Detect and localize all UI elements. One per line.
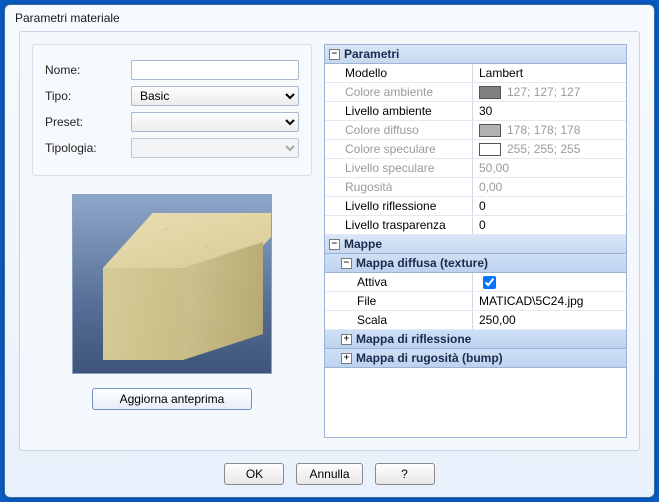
cube-right-face [183,242,263,360]
property-key: Rugosità [325,178,473,196]
val-file[interactable]: MATICAD\5C24.jpg [473,292,626,310]
property-key: Livello ambiente [325,102,473,120]
label-type: Tipo: [45,89,131,103]
row-typology: Tipologia: [45,137,299,159]
row-scala[interactable]: Scala 250,00 [325,311,626,330]
property-grid: − Parametri Modello Lambert Colore ambient… [324,44,627,438]
select-type[interactable]: Basic [131,86,299,106]
property-row[interactable]: Livello trasparenza 0 [325,216,626,235]
preview-wrap: Aggiorna anteprima [32,194,312,410]
property-value-text: 178; 178; 178 [507,123,580,137]
property-value: 50,00 [473,159,626,177]
group-mappa-rugosita-label: Mappa di rugosità (bump) [356,351,503,365]
button-bar: OK Annulla ? [5,455,654,497]
dialog-window: Parametri materiale Nome: Tipo: Basic Pr… [4,4,655,498]
key-scala: Scala [325,311,473,329]
label-typology: Tipologia: [45,141,131,155]
content-area: Nome: Tipo: Basic Preset: Tipolog [19,31,640,451]
label-name: Nome: [45,63,131,77]
property-key: Modello [325,64,473,82]
row-preset: Preset: [45,111,299,133]
collapse-icon[interactable]: − [329,49,340,60]
property-row: Colore diffuso 178; 178; 178 [325,121,626,140]
color-swatch [479,124,501,137]
row-attiva[interactable]: Attiva [325,273,626,292]
property-value-text: 0 [479,218,486,232]
select-preset[interactable] [131,112,299,132]
window-title: Parametri materiale [15,11,120,25]
val-scala[interactable]: 250,00 [473,311,626,329]
property-row[interactable]: Livello riflessione 0 [325,197,626,216]
property-value-text: 255; 255; 255 [507,142,580,156]
row-name: Nome: [45,59,299,81]
property-row: Colore speculare 255; 255; 255 [325,140,626,159]
cube-left-face [103,268,183,360]
group-mappa-diffusa[interactable]: − Mappa diffusa (texture) [325,254,626,273]
group-mappa-riflessione-label: Mappa di riflessione [356,332,471,346]
property-value-text: 0 [479,199,486,213]
group-parametri[interactable]: − Parametri [325,45,626,64]
color-swatch [479,86,501,99]
property-row: Rugosità 0,00 [325,178,626,197]
property-row[interactable]: Modello Lambert [325,64,626,83]
property-key: Livello trasparenza [325,216,473,234]
property-value[interactable]: 30 [473,102,626,120]
property-value: 178; 178; 178 [473,121,626,139]
property-key: Colore diffuso [325,121,473,139]
row-file[interactable]: File MATICAD\5C24.jpg [325,292,626,311]
label-preset: Preset: [45,115,131,129]
property-value-text: Lambert [479,66,523,80]
property-value[interactable]: Lambert [473,64,626,82]
color-swatch [479,143,501,156]
property-key: Colore ambiente [325,83,473,101]
property-value: 127; 127; 127 [473,83,626,101]
group-mappa-riflessione[interactable]: + Mappa di riflessione [325,330,626,349]
property-key: Livello speculare [325,159,473,177]
property-value: 255; 255; 255 [473,140,626,158]
left-column: Nome: Tipo: Basic Preset: Tipolog [32,44,312,438]
expand-icon[interactable]: + [341,353,352,364]
property-value[interactable]: 0 [473,216,626,234]
property-value-text: 0,00 [479,180,502,194]
property-key: Livello riflessione [325,197,473,215]
key-file: File [325,292,473,310]
collapse-icon[interactable]: − [329,239,340,250]
group-mappa-rugosita[interactable]: + Mappa di rugosità (bump) [325,349,626,368]
property-key: Colore speculare [325,140,473,158]
titlebar: Parametri materiale [5,5,654,27]
key-attiva: Attiva [325,273,473,291]
expand-icon[interactable]: + [341,334,352,345]
group-mappa-diffusa-label: Mappa diffusa (texture) [356,256,488,270]
ok-button[interactable]: OK [224,463,284,485]
cancel-button[interactable]: Annulla [296,463,362,485]
help-button[interactable]: ? [375,463,435,485]
property-value-text: 127; 127; 127 [507,85,580,99]
checkbox-attiva[interactable] [483,276,496,289]
row-type: Tipo: Basic [45,85,299,107]
property-row[interactable]: Livello ambiente 30 [325,102,626,121]
property-value: 0,00 [473,178,626,196]
property-row: Colore ambiente 127; 127; 127 [325,83,626,102]
update-preview-button[interactable]: Aggiorna anteprima [92,388,252,410]
property-value[interactable]: 0 [473,197,626,215]
collapse-icon[interactable]: − [341,258,352,269]
form-panel: Nome: Tipo: Basic Preset: Tipolog [32,44,312,176]
select-typology [131,138,299,158]
val-attiva [473,273,626,291]
group-mappe[interactable]: − Mappe [325,235,626,254]
preview-viewport [72,194,272,374]
input-name[interactable] [131,60,299,80]
property-value-text: 30 [479,104,492,118]
property-row: Livello speculare 50,00 [325,159,626,178]
group-parametri-label: Parametri [344,47,399,61]
property-value-text: 50,00 [479,161,509,175]
group-mappe-label: Mappe [344,237,382,251]
